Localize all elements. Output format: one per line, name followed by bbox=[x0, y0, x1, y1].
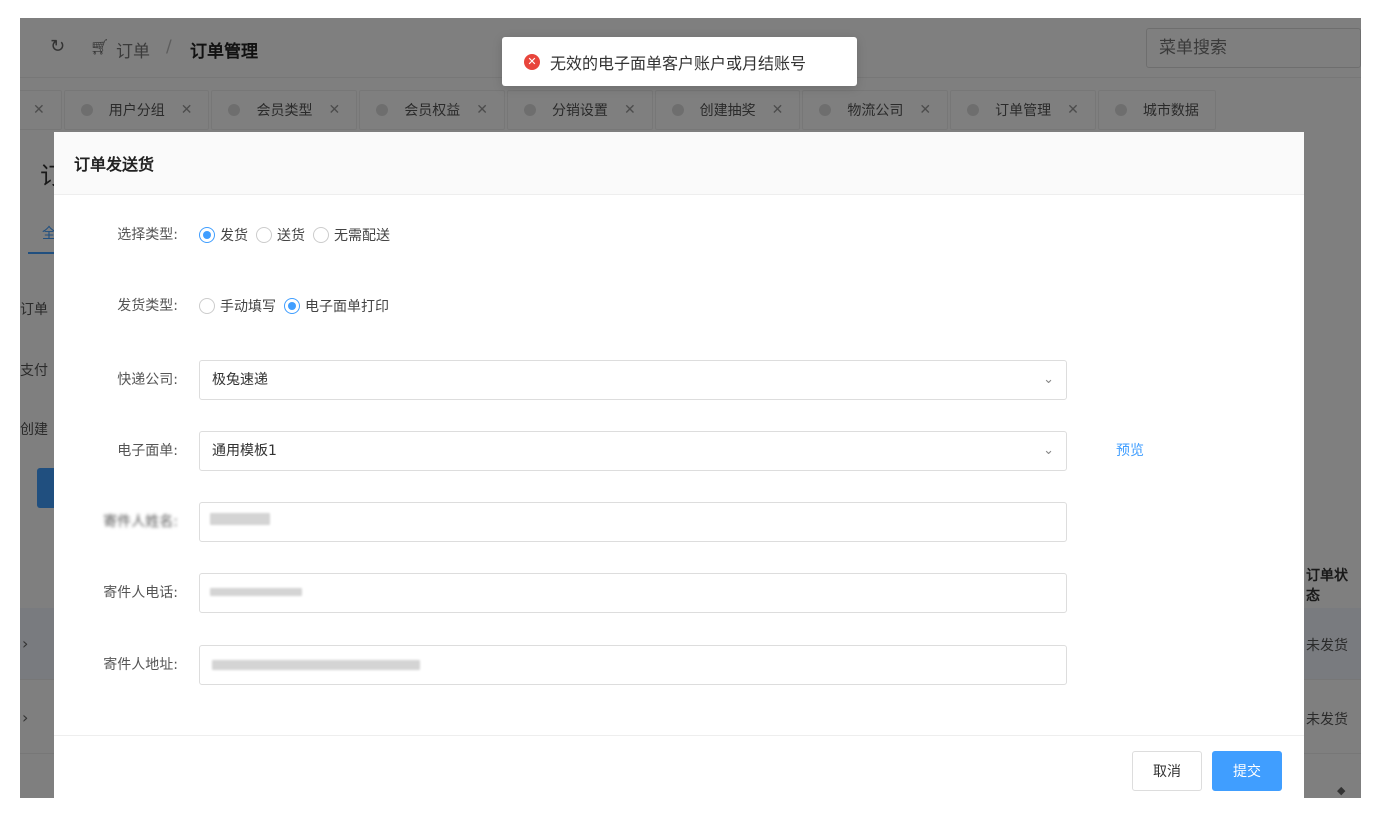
radio-unchecked-icon bbox=[256, 227, 272, 243]
radio-no-delivery[interactable]: 无需配送 bbox=[313, 225, 390, 245]
radio-checked-icon bbox=[284, 298, 300, 314]
error-toast: ✕ 无效的电子面单客户账户或月结账号 bbox=[502, 37, 857, 86]
select-type-radio-group: 发货 送货 无需配送 bbox=[199, 215, 398, 255]
express-company-value: 极兔速递 bbox=[212, 372, 268, 388]
sender-address-label: 寄件人地址: bbox=[103, 657, 178, 673]
select-type-row: 选择类型: 发货 送货 无需配送 bbox=[54, 215, 1304, 255]
express-company-label: 快递公司: bbox=[117, 372, 178, 388]
error-icon: ✕ bbox=[524, 53, 540, 70]
ship-order-dialog: 订单发送货 选择类型: 发货 送货 无需配送 发货类型: 手动填写 电子面单打印… bbox=[54, 132, 1304, 798]
radio-unchecked-icon bbox=[199, 298, 215, 314]
sender-address-row: 寄件人地址: bbox=[54, 645, 1304, 685]
sender-phone-label: 寄件人电话: bbox=[103, 585, 178, 601]
ship-type-row: 发货类型: 手动填写 电子面单打印 bbox=[54, 286, 1304, 326]
corner-logo-icon: ◆ bbox=[1337, 784, 1346, 797]
sender-name-input[interactable] bbox=[199, 502, 1067, 542]
ship-type-radio-group: 手动填写 电子面单打印 bbox=[199, 286, 397, 326]
chevron-down-icon: ⌄ bbox=[1043, 372, 1054, 387]
e-waybill-select[interactable]: 通用模板1 ⌄ bbox=[199, 431, 1067, 471]
radio-checked-icon bbox=[199, 227, 215, 243]
radio-unchecked-icon bbox=[313, 227, 329, 243]
dialog-title: 订单发送货 bbox=[54, 132, 1304, 195]
sender-address-input[interactable] bbox=[199, 645, 1067, 685]
sender-name-row: 寄件人姓名: bbox=[54, 502, 1304, 542]
redacted-value bbox=[212, 660, 420, 670]
redacted-value bbox=[210, 588, 302, 596]
ship-type-label: 发货类型: bbox=[117, 298, 178, 314]
express-company-row: 快递公司: 极兔速递 ⌄ bbox=[54, 360, 1304, 400]
chevron-down-icon: ⌄ bbox=[1043, 443, 1054, 458]
cancel-button[interactable]: 取消 bbox=[1132, 751, 1202, 791]
e-waybill-value: 通用模板1 bbox=[212, 443, 277, 459]
sender-name-label: 寄件人姓名: bbox=[103, 514, 178, 530]
express-company-select[interactable]: 极兔速递 ⌄ bbox=[199, 360, 1067, 400]
sender-phone-input[interactable] bbox=[199, 573, 1067, 613]
e-waybill-label: 电子面单: bbox=[117, 443, 178, 459]
dialog-footer: 取消 提交 bbox=[54, 735, 1304, 798]
radio-e-waybill-print[interactable]: 电子面单打印 bbox=[284, 296, 389, 316]
app-window: ↻ 🛒︎ 订单 / 订单管理 签✕ 用户分组✕ 会员类型✕ 会员权益✕ 分销设置… bbox=[20, 18, 1361, 798]
preview-link[interactable]: 预览 bbox=[1116, 431, 1144, 471]
sender-phone-row: 寄件人电话: bbox=[54, 573, 1304, 613]
radio-ship[interactable]: 发货 bbox=[199, 225, 248, 245]
e-waybill-row: 电子面单: 通用模板1 ⌄ 预览 bbox=[54, 431, 1304, 471]
radio-manual-fill[interactable]: 手动填写 bbox=[199, 296, 276, 316]
select-type-label: 选择类型: bbox=[117, 227, 178, 243]
toast-message: 无效的电子面单客户账户或月结账号 bbox=[550, 53, 807, 73]
submit-button[interactable]: 提交 bbox=[1212, 751, 1282, 791]
radio-deliver[interactable]: 送货 bbox=[256, 225, 305, 245]
redacted-value bbox=[210, 513, 270, 525]
